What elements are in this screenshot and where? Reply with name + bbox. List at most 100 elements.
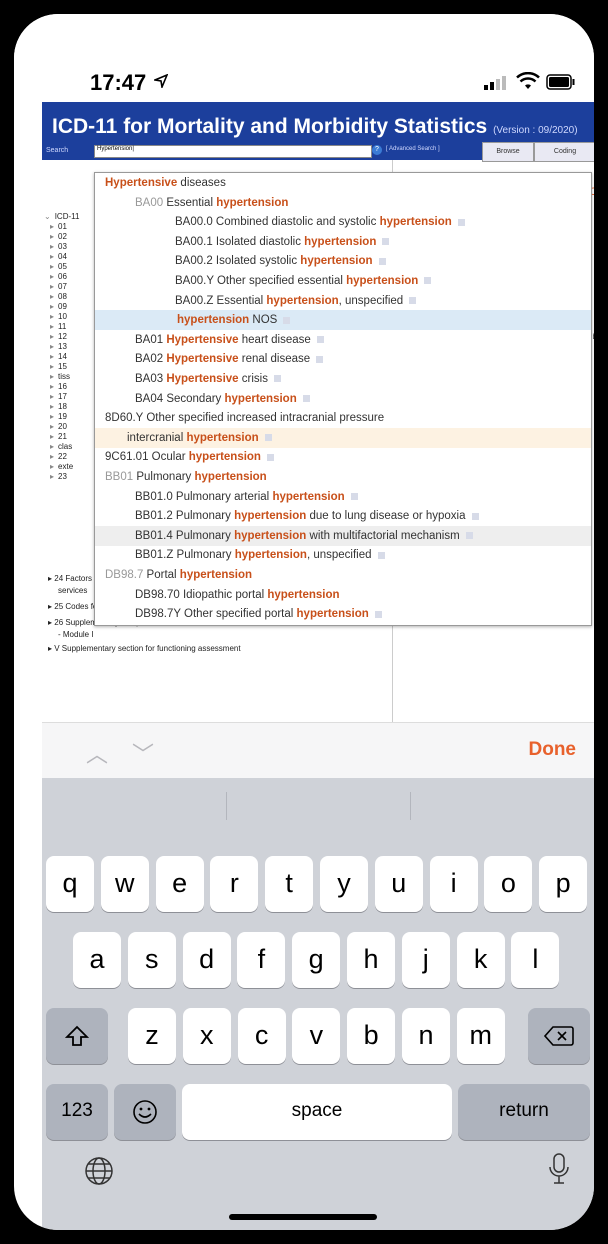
- key-f[interactable]: f: [237, 932, 286, 988]
- info-square-icon[interactable]: [273, 375, 281, 383]
- tree-item[interactable]: services: [58, 586, 87, 595]
- expand-arrow-icon[interactable]: ▸: [50, 222, 54, 231]
- tree-item[interactable]: ▸ 19: [50, 412, 67, 421]
- expand-arrow-icon[interactable]: ▸: [50, 452, 54, 461]
- suggestion-item[interactable]: BA01 Hypertensive heart disease: [95, 330, 591, 350]
- key-h[interactable]: h: [347, 932, 395, 988]
- suggestion-item[interactable]: BB01 Pulmonary hypertension: [95, 467, 591, 487]
- info-square-icon[interactable]: [471, 512, 479, 520]
- expand-arrow-icon[interactable]: ▸: [50, 242, 54, 251]
- suggestion-item[interactable]: BB01.4 Pulmonary hypertension with multi…: [95, 525, 591, 546]
- suggestion-item[interactable]: BA00 Essential hypertension: [95, 193, 591, 213]
- key-d[interactable]: d: [182, 932, 231, 988]
- tree-item[interactable]: ▸ 18: [50, 402, 67, 411]
- tab-coding[interactable]: Coding: [534, 142, 594, 162]
- expand-arrow-icon[interactable]: ▸: [50, 382, 54, 391]
- expand-arrow-icon[interactable]: ▸: [50, 262, 54, 271]
- expand-arrow-icon[interactable]: ▸: [50, 312, 54, 321]
- expand-arrow-icon[interactable]: ▸: [50, 272, 54, 281]
- suggestion-item[interactable]: DB98.7Y Other specified portal hypertens…: [95, 604, 591, 624]
- expand-arrow-icon[interactable]: ▸: [50, 462, 54, 471]
- expand-arrow-icon[interactable]: ▸: [50, 232, 54, 241]
- tree-item[interactable]: ▸ 09: [50, 302, 67, 311]
- key-u[interactable]: u: [374, 856, 423, 912]
- tree-item[interactable]: ▸ 16: [50, 382, 67, 391]
- expand-arrow-icon[interactable]: ▸: [50, 322, 54, 331]
- tree-item[interactable]: ▸ 03: [50, 242, 67, 251]
- expand-arrow-icon[interactable]: ▸: [50, 252, 54, 261]
- info-square-icon[interactable]: [382, 238, 390, 246]
- suggestion-item[interactable]: intercranial hypertension: [95, 427, 591, 448]
- info-square-icon[interactable]: [316, 355, 324, 363]
- key-m[interactable]: m: [456, 1008, 505, 1064]
- key-e[interactable]: e: [155, 856, 204, 912]
- numbers-key[interactable]: 123: [46, 1084, 108, 1140]
- advanced-search-link[interactable]: [ Advanced Search ]: [386, 146, 440, 152]
- suggestion-item[interactable]: 9C61.01 Ocular hypertension: [95, 447, 591, 467]
- expand-arrow-icon[interactable]: ▸: [50, 432, 54, 441]
- tree-item[interactable]: ▸ 04: [50, 252, 67, 261]
- expand-arrow-icon[interactable]: ▸: [50, 282, 54, 291]
- expand-arrow-icon[interactable]: ⌄: [44, 212, 51, 221]
- tree-item[interactable]: ▸ 23: [50, 472, 67, 481]
- info-square-icon[interactable]: [377, 551, 385, 559]
- expand-arrow-icon[interactable]: ▸: [50, 372, 54, 381]
- info-square-icon[interactable]: [350, 493, 358, 501]
- key-j[interactable]: j: [401, 932, 450, 988]
- expand-arrow-icon[interactable]: ▸: [50, 342, 54, 351]
- tree-item[interactable]: ▸ 05: [50, 262, 67, 271]
- expand-arrow-icon[interactable]: ▸: [50, 392, 54, 401]
- tree-item[interactable]: - Module I: [58, 630, 94, 639]
- key-n[interactable]: n: [402, 1008, 450, 1064]
- key-t[interactable]: t: [265, 856, 314, 912]
- emoji-key[interactable]: [114, 1084, 176, 1140]
- suggestion-item[interactable]: BA00.0 Combined diastolic and systolic h…: [95, 212, 591, 232]
- key-o[interactable]: o: [484, 856, 533, 912]
- key-v[interactable]: v: [292, 1008, 341, 1064]
- key-g[interactable]: g: [292, 932, 341, 988]
- expand-arrow-icon[interactable]: ▸: [50, 302, 54, 311]
- info-square-icon[interactable]: [424, 277, 432, 285]
- key-x[interactable]: x: [182, 1008, 231, 1064]
- return-key[interactable]: return: [458, 1084, 590, 1140]
- tree-item[interactable]: ▸ 08: [50, 292, 67, 301]
- suggestion-item[interactable]: 8D60.Y Other specified increased intracr…: [95, 408, 591, 428]
- chevron-down-icon[interactable]: ﹀: [132, 737, 154, 769]
- suggestion-item[interactable]: hypertension NOS: [95, 310, 591, 331]
- tree-item[interactable]: ▸ 06: [50, 272, 67, 281]
- tree-item[interactable]: ▸ 02: [50, 232, 67, 241]
- tree-item[interactable]: ⌄ ICD-11: [44, 212, 79, 221]
- done-button[interactable]: Done: [529, 739, 577, 761]
- info-square-icon[interactable]: [409, 297, 417, 305]
- key-l[interactable]: l: [511, 932, 560, 988]
- key-z[interactable]: z: [128, 1008, 176, 1064]
- shift-key[interactable]: [46, 1008, 108, 1064]
- tab-browse[interactable]: Browse: [482, 142, 534, 162]
- expand-arrow-icon[interactable]: ▸: [50, 442, 54, 451]
- key-b[interactable]: b: [347, 1008, 396, 1064]
- suggestion-item[interactable]: DB98.7 Portal hypertension: [95, 565, 591, 585]
- suggestion-item[interactable]: BB01.0 Pulmonary arterial hypertension: [95, 487, 591, 507]
- info-square-icon[interactable]: [378, 257, 386, 265]
- key-a[interactable]: a: [73, 932, 121, 988]
- key-p[interactable]: p: [539, 856, 588, 912]
- expand-arrow-icon[interactable]: ▸: [50, 472, 54, 481]
- key-i[interactable]: i: [429, 856, 478, 912]
- suggestion-item[interactable]: BA00.1 Isolated diastolic hypertension: [95, 232, 591, 252]
- expand-arrow-icon[interactable]: ▸: [50, 362, 54, 371]
- info-square-icon[interactable]: [316, 336, 324, 344]
- tree-item[interactable]: ▸ 11: [50, 322, 66, 331]
- info-square-icon[interactable]: [302, 395, 310, 403]
- key-y[interactable]: y: [320, 856, 368, 912]
- info-square-icon[interactable]: [283, 316, 291, 324]
- key-k[interactable]: k: [456, 932, 505, 988]
- tree-item[interactable]: ▸ 14: [50, 352, 67, 361]
- expand-arrow-icon[interactable]: ▸: [50, 412, 54, 421]
- info-square-icon[interactable]: [457, 218, 465, 226]
- microphone-icon[interactable]: [548, 1152, 570, 1191]
- tree-item[interactable]: ▸ 13: [50, 342, 67, 351]
- help-icon[interactable]: ?: [372, 145, 382, 155]
- tree-item[interactable]: ▸ 15: [50, 362, 67, 371]
- space-key[interactable]: space: [182, 1084, 452, 1140]
- suggestion-item[interactable]: BA04 Secondary hypertension: [95, 389, 591, 409]
